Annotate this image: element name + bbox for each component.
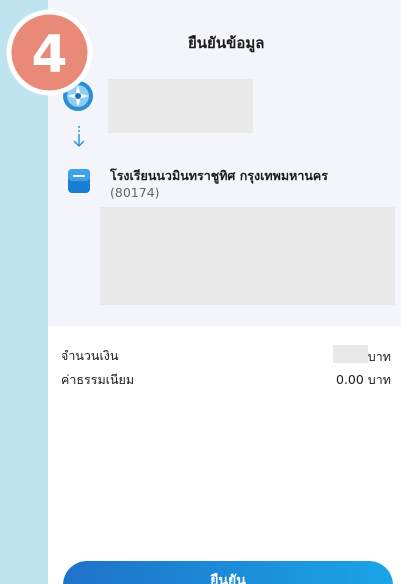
- amount-value-redacted: [333, 345, 368, 363]
- school-document-icon: [68, 169, 90, 193]
- confirm-button[interactable]: ยืนยัน: [63, 561, 393, 584]
- amount-label: จำนวนเงิน: [61, 348, 119, 363]
- step-number-badge: 4: [6, 9, 93, 96]
- page-title: ยืนยันข้อมูล: [188, 34, 265, 52]
- fee-value: 0.00 บาท: [336, 372, 391, 387]
- amount-unit: บาท: [367, 349, 391, 364]
- recipient-name: โรงเรียนนวมินทราชูทิศ กรุงเทพมหานคร: [110, 168, 328, 183]
- sender-info-redacted: [108, 79, 253, 133]
- recipient-details-redacted: [100, 207, 395, 305]
- step-number: 4: [31, 25, 67, 85]
- fee-label: ค่าธรรมเนียม: [61, 372, 135, 387]
- recipient-code: (80174): [110, 185, 160, 200]
- down-arrow-icon: [73, 126, 85, 148]
- confirm-screen: ยืนยันข้อมูล โรงเรียนนวมินทราชูทิศ กรุงเ…: [48, 0, 401, 584]
